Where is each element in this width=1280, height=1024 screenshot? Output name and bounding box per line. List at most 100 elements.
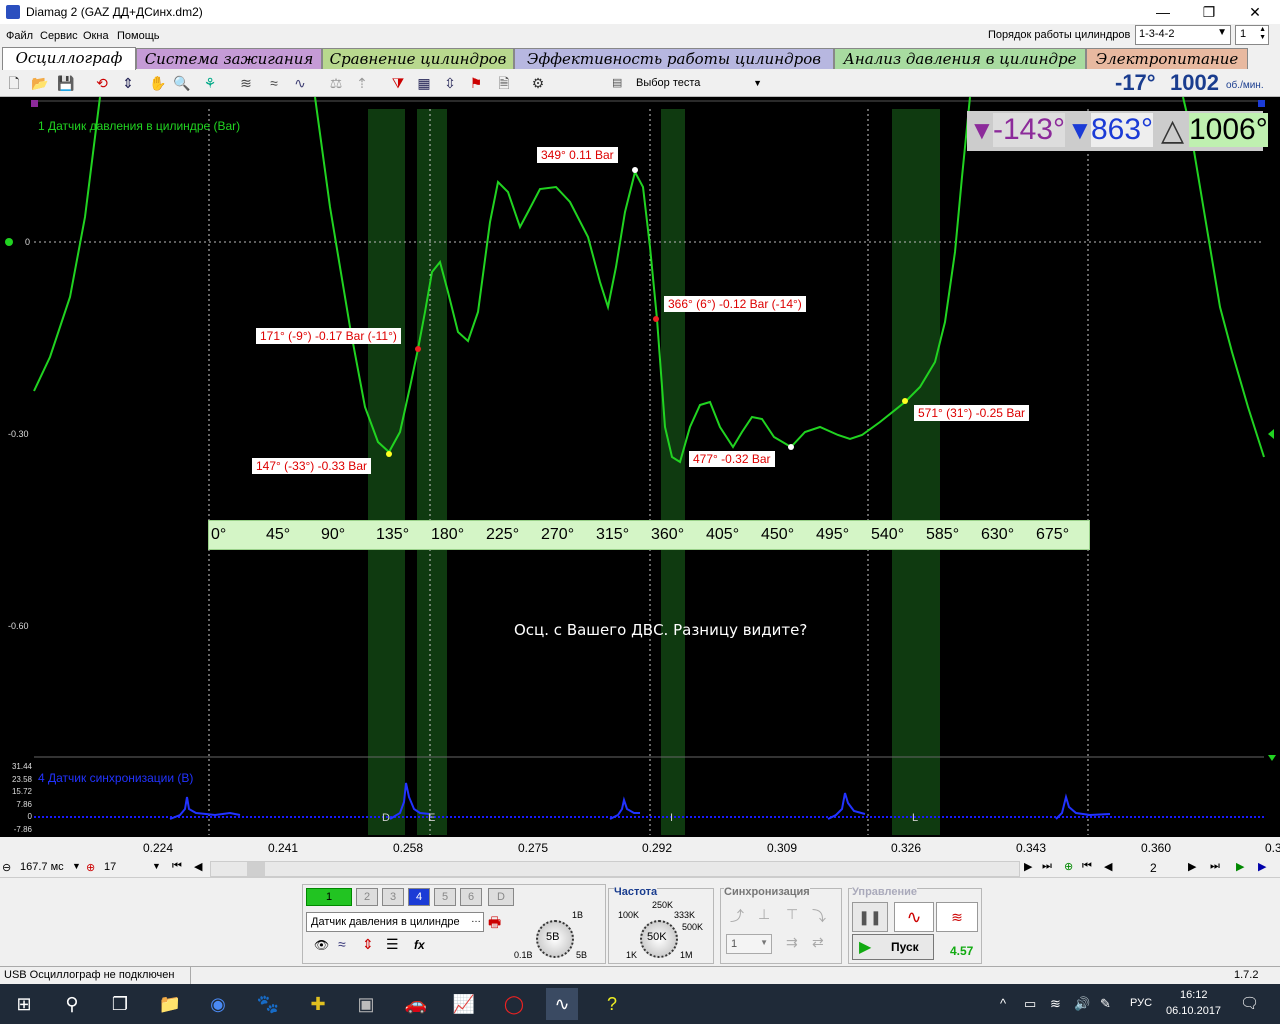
animal-app-icon[interactable]: 🐾 [252, 988, 284, 1020]
save-icon[interactable]: 💾 [56, 73, 76, 93]
scroll-arrow-icon[interactable] [1268, 429, 1274, 439]
frequency-knob[interactable]: 50K [640, 920, 678, 958]
channel-button-d[interactable]: D [488, 888, 514, 906]
globe-app-icon[interactable]: ◉ [202, 988, 234, 1020]
zoom-icon[interactable]: 🔍 [172, 73, 192, 93]
oscilloscope-display[interactable]: 1 Датчик давления в цилиндре (Bar) 4 Дат… [0, 97, 1280, 859]
scroll-arrow-icon[interactable] [1268, 755, 1276, 761]
last-page-icon[interactable]: ⏭ [1042, 860, 1052, 873]
last-page-icon[interactable]: ⏭ [1210, 860, 1220, 873]
wave-stack-icon[interactable]: ≈ [264, 73, 284, 93]
scrollbar-thumb[interactable] [247, 862, 265, 876]
eye-icon[interactable]: 👁 [314, 938, 329, 952]
rising-edge-icon[interactable]: ⤴ [730, 906, 744, 926]
opera-icon[interactable]: ◯ [498, 988, 530, 1020]
open-folder-icon[interactable]: 📂 [30, 73, 50, 93]
chevron-down-icon[interactable]: ▼ [152, 861, 161, 871]
add-page-icon[interactable]: ⊕ [1064, 860, 1073, 873]
tab-pressure-analysis[interactable]: Анализ давления в цилиндре [834, 48, 1086, 69]
diamag-app-icon[interactable]: ∿ [546, 988, 578, 1020]
marker1-flag[interactable] [31, 100, 38, 107]
play-icon[interactable]: ▶ [1236, 860, 1244, 873]
search-icon[interactable]: ⚲ [56, 988, 88, 1020]
voltage-knob[interactable]: 5В [536, 920, 574, 958]
marker2-flag[interactable] [1258, 100, 1265, 107]
wifi-icon[interactable]: ≋ [1050, 996, 1061, 1012]
split-icon[interactable]: ⇳ [440, 73, 460, 93]
horizontal-scrollbar[interactable] [210, 861, 1020, 877]
auto-level-icon[interactable]: ⚖ [326, 73, 346, 93]
sensor-settings-icon[interactable]: 🖶 [488, 912, 501, 936]
sync-level-icon[interactable]: ⇉ [786, 934, 798, 951]
wave-compare-icon[interactable]: ∿ [290, 73, 310, 93]
tree-icon[interactable]: ⚘ [200, 73, 220, 93]
channel-marker[interactable] [5, 238, 13, 246]
explorer-icon[interactable]: 📁 [154, 988, 186, 1020]
sync-offset-icon[interactable]: ⇄ [812, 934, 824, 951]
chevron-down-icon[interactable]: ▼ [72, 861, 81, 871]
wave-filter-icon[interactable]: ≋ [236, 73, 256, 93]
clock-date[interactable]: 06.10.2017 [1166, 1005, 1221, 1017]
invert-icon[interactable]: ≈ [338, 936, 346, 952]
sync-channel-select[interactable]: 1 ▼ [726, 934, 772, 954]
measure-icon[interactable]: ⇕ [118, 73, 138, 93]
battery-icon[interactable]: ▭ [1024, 996, 1036, 1012]
device-app-icon[interactable]: ▣ [350, 988, 382, 1020]
offset-icon[interactable]: ⇕ [362, 936, 374, 953]
test-select[interactable]: ▤ Выбор теста ▼ [608, 73, 768, 93]
prev-icon[interactable]: ◀ [1104, 860, 1112, 873]
single-shot-button[interactable]: ∿ [894, 902, 934, 932]
notifications-icon[interactable]: 🗨 [1240, 994, 1259, 1012]
zoom-value[interactable]: 17 [104, 861, 116, 873]
page-icon[interactable]: 🗎 [494, 73, 514, 93]
fx-icon[interactable]: fx [414, 938, 425, 952]
menu-service[interactable]: Сервис [40, 30, 78, 42]
auto-settings-icon[interactable]: ⚙ [528, 73, 548, 93]
tab-cylinder-efficiency[interactable]: Эффективность работы цилиндров [514, 48, 834, 69]
falling-edge-icon[interactable]: ⤵ [812, 906, 826, 926]
level-zero-icon[interactable]: ⇡ [352, 73, 372, 93]
zoom-in-icon[interactable]: ⊕ [86, 861, 95, 874]
next-icon[interactable]: ▶ [1024, 860, 1032, 873]
filter-icon[interactable]: ☰ [386, 936, 399, 953]
pulse-down-icon[interactable]: ⊤ [786, 906, 798, 923]
loop-icon[interactable]: ⟲ [92, 73, 112, 93]
hand-icon[interactable]: ✋ [148, 73, 168, 93]
windows-start-icon[interactable]: ⊞ [8, 988, 40, 1020]
prev-icon[interactable]: ◀ [194, 860, 202, 873]
language-indicator[interactable]: РУС [1130, 997, 1152, 1009]
menu-windows[interactable]: Окна [83, 30, 109, 42]
tab-ignition[interactable]: Система зажигания [136, 48, 322, 69]
show-hidden-icon[interactable]: ^ [1000, 996, 1006, 1011]
tab-cylinder-compare[interactable]: Сравнение цилиндров [322, 48, 514, 69]
plus-app-icon[interactable]: ✚ [302, 988, 334, 1020]
help-app-icon[interactable]: ? [596, 988, 628, 1020]
more-icon[interactable]: … [471, 914, 481, 925]
channel-button-6[interactable]: 6 [460, 888, 482, 906]
tab-power[interactable]: Электропитание [1086, 48, 1248, 69]
play-end-icon[interactable]: ▶ [1258, 860, 1266, 873]
minimize-button[interactable]: — [1140, 0, 1186, 24]
channel-button-2[interactable]: 2 [356, 888, 378, 906]
pulse-up-icon[interactable]: ⊥ [758, 906, 770, 923]
menu-help[interactable]: Помощь [117, 30, 160, 42]
trigger-filter-icon[interactable]: ⧩ [388, 73, 408, 93]
cylinder-count-spinner[interactable]: 1 ▲ ▼ [1235, 25, 1269, 45]
sensor-select[interactable]: Датчик давления в цилиндре … [306, 912, 484, 932]
clock-time[interactable]: 16:12 [1180, 989, 1208, 1001]
cylinder-order-select[interactable]: 1-3-4-2 ▼ [1135, 25, 1231, 45]
pause-button[interactable]: ❚❚ [852, 902, 888, 932]
pen-icon[interactable]: ✎ [1100, 996, 1111, 1012]
flag-icon[interactable]: ⚑ [466, 73, 486, 93]
first-page-icon[interactable]: ⏮ [172, 860, 182, 873]
maximize-button[interactable]: ❐ [1186, 0, 1232, 24]
start-button[interactable]: ▶ Пуск [852, 934, 934, 960]
grid-icon[interactable]: ▦ [414, 73, 434, 93]
menu-file[interactable]: Файл [6, 30, 33, 42]
channel-button-5[interactable]: 5 [434, 888, 456, 906]
channel-button-4[interactable]: 4 [408, 888, 430, 906]
first-page-icon[interactable]: ⏮ [1082, 860, 1092, 873]
car-app-icon[interactable]: 🚗 [400, 988, 432, 1020]
new-file-icon[interactable]: 🗋 [4, 73, 24, 93]
task-view-icon[interactable]: ❐ [104, 988, 136, 1020]
